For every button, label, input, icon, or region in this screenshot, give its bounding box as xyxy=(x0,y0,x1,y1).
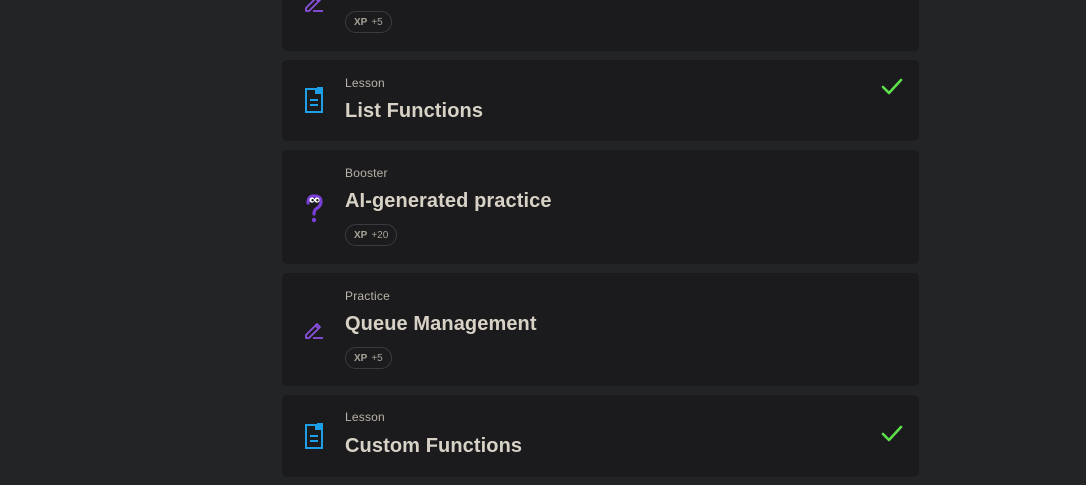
lesson-card-custom-functions[interactable]: Lesson Custom Functions xyxy=(282,395,919,477)
card-kind: Lesson xyxy=(345,76,385,90)
xp-badge: XP +5 xyxy=(345,347,392,369)
xp-label: XP xyxy=(354,229,368,241)
document-icon xyxy=(303,86,325,114)
checkmark-icon xyxy=(881,78,903,96)
pencil-icon xyxy=(303,0,325,16)
pencil-icon xyxy=(303,315,325,343)
question-mark-icon xyxy=(303,194,325,223)
xp-value: +20 xyxy=(371,229,389,241)
checkmark-icon xyxy=(881,425,903,443)
xp-badge: XP +5 xyxy=(345,11,392,33)
lesson-card-practice-partial[interactable]: XP +5 xyxy=(282,0,919,51)
card-title: AI-generated practice xyxy=(345,190,552,212)
lesson-card-list-functions[interactable]: Lesson List Functions xyxy=(282,60,919,141)
card-title: List Functions xyxy=(345,100,484,122)
xp-label: XP xyxy=(354,352,368,364)
card-title: Queue Management xyxy=(345,313,537,335)
xp-value: +5 xyxy=(371,16,383,28)
card-kind: Practice xyxy=(345,289,390,303)
card-kind: Booster xyxy=(345,166,388,180)
card-title: Custom Functions xyxy=(345,435,523,457)
card-kind: Lesson xyxy=(345,410,385,424)
lesson-card-ai-practice[interactable]: Booster AI-generated practice XP +20 xyxy=(282,150,919,264)
xp-value: +5 xyxy=(371,352,383,364)
document-icon xyxy=(303,422,325,450)
xp-label: XP xyxy=(354,16,368,28)
lesson-card-queue-management[interactable]: Practice Queue Management XP +5 xyxy=(282,273,919,386)
xp-badge: XP +20 xyxy=(345,224,398,246)
